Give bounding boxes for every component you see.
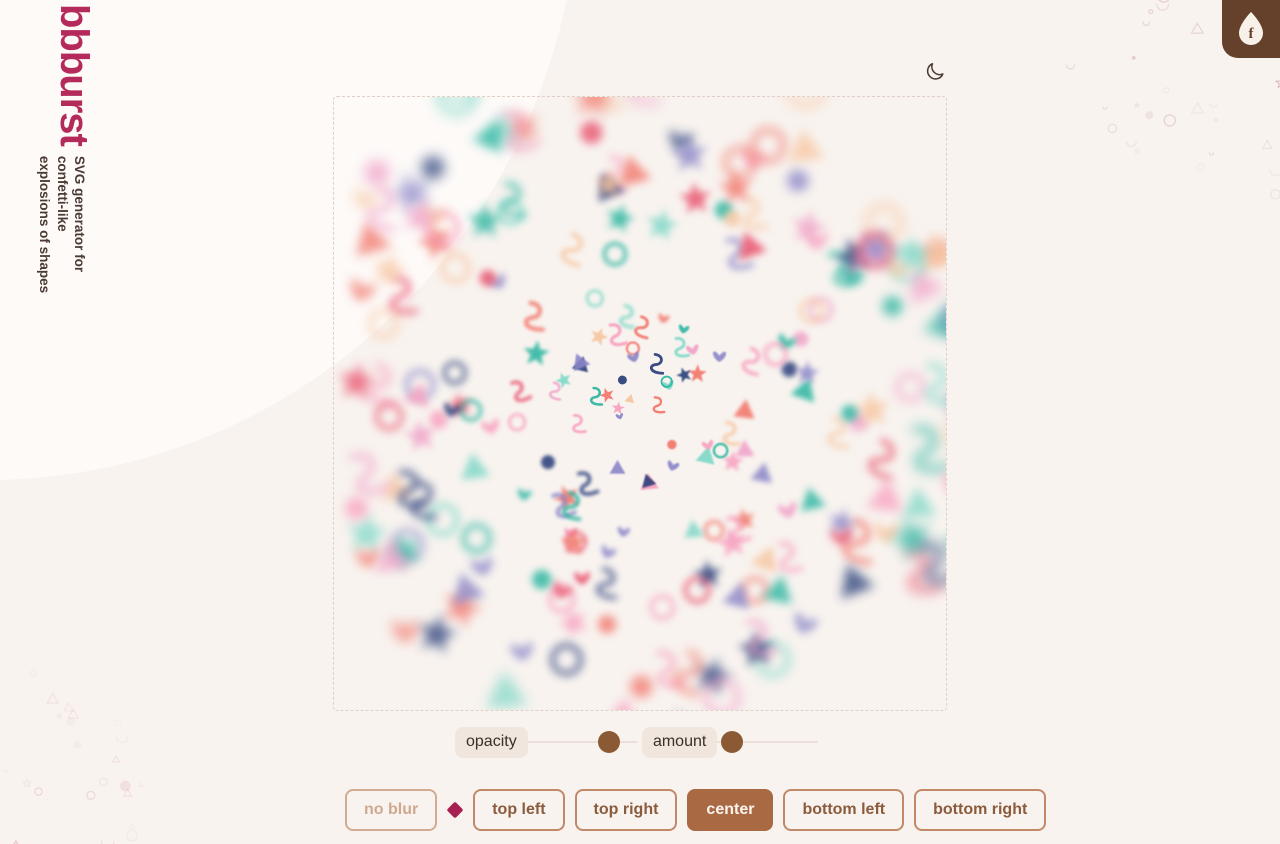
slider-group: opacity amount: [455, 724, 818, 760]
blur-button-bottom-left[interactable]: bottom left: [783, 789, 905, 831]
decorative-burst-bottom-left: [2, 669, 145, 844]
opacity-slider-label[interactable]: opacity: [455, 726, 528, 758]
brand: bbburst SVG generator for confetti-like …: [0, 0, 96, 300]
burst-preview-canvas[interactable]: [333, 96, 947, 711]
blur-button-top-right[interactable]: top right: [574, 789, 678, 831]
diamond-icon: [446, 801, 464, 819]
opacity-slider[interactable]: opacity: [455, 725, 637, 759]
droplet-icon: f: [1239, 12, 1263, 45]
fress-droplet-badge[interactable]: f: [1222, 0, 1280, 58]
theme-toggle-button[interactable]: [918, 54, 952, 88]
blur-button-top-left[interactable]: top left: [473, 789, 565, 831]
opacity-slider-thumb[interactable]: [597, 731, 620, 753]
amount-slider[interactable]: amount: [641, 725, 818, 759]
blur-button-no-blur[interactable]: no blur: [345, 789, 438, 831]
app-root: bbburst SVG generator for confetti-like …: [0, 0, 1280, 844]
blur-button-bottom-right[interactable]: bottom right: [914, 789, 1047, 831]
moon-icon: [926, 62, 944, 80]
amount-slider-thumb[interactable]: [720, 731, 743, 753]
blur-button-center[interactable]: center: [687, 789, 774, 831]
amount-slider-label[interactable]: amount: [641, 726, 718, 758]
page-title: bbburst: [52, 4, 96, 146]
page-subtitle: SVG generator for confetti-like explosio…: [37, 155, 87, 294]
blur-position-button-group: no blur top left top right center bottom…: [345, 789, 1047, 831]
